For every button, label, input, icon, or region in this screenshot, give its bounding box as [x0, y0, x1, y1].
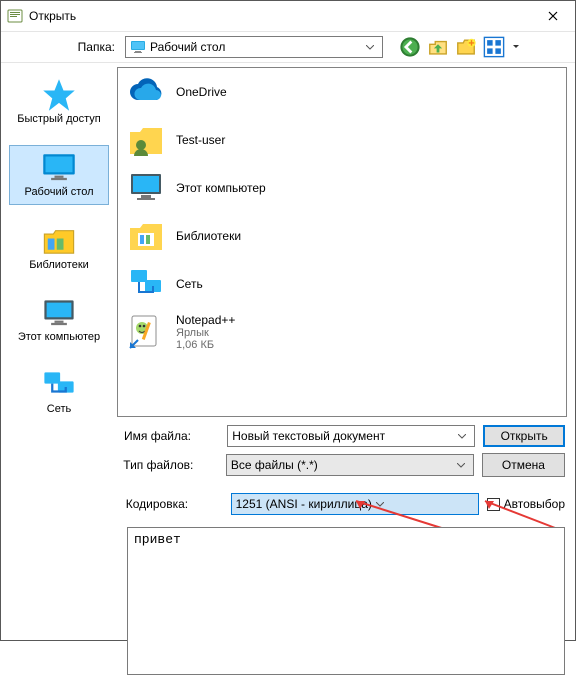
place-this-pc[interactable]: Этот компьютер	[9, 291, 109, 349]
toolbar-actions	[399, 36, 521, 58]
list-item[interactable]: Библиотеки	[118, 212, 566, 260]
filetype-label: Тип файлов:	[123, 458, 218, 472]
auto-checkbox[interactable]	[487, 498, 500, 511]
chevron-down-icon	[454, 434, 470, 439]
network-icon	[126, 264, 166, 304]
desktop-icon	[130, 39, 146, 55]
folder-combo[interactable]: Рабочий стол	[125, 36, 383, 58]
window-title: Открыть	[29, 9, 531, 23]
network-icon	[41, 369, 77, 401]
view-button[interactable]	[483, 36, 505, 58]
app-icon	[7, 8, 23, 24]
encoding-combo[interactable]: 1251 (ANSI - кириллица)	[231, 493, 479, 515]
form-area: Имя файла: Новый текстовый документ Откр…	[1, 421, 575, 685]
open-button[interactable]: Открыть	[483, 425, 565, 447]
chevron-down-icon	[362, 45, 378, 50]
libraries-icon	[41, 225, 77, 257]
place-libraries[interactable]: Библиотеки	[9, 219, 109, 277]
preview-textarea[interactable]: привет	[127, 527, 565, 675]
chevron-down-icon	[372, 502, 388, 507]
auto-label: Автовыбор	[504, 497, 565, 511]
place-desktop[interactable]: Рабочий стол	[9, 145, 109, 205]
desktop-icon	[41, 152, 77, 184]
list-item[interactable]: Notepad++ Ярлык 1,06 КБ	[118, 308, 566, 356]
open-dialog: Открыть Папка: Рабочий стол	[0, 0, 576, 641]
list-item[interactable]: Test-user	[118, 116, 566, 164]
user-folder-icon	[126, 120, 166, 160]
list-item[interactable]: Сеть	[118, 260, 566, 308]
chevron-down-icon	[453, 463, 469, 468]
filename-input[interactable]: Новый текстовый документ	[227, 425, 475, 447]
places-bar: Быстрый доступ Рабочий стол Библиотеки Э…	[1, 63, 117, 421]
encoding-label: Кодировка:	[126, 497, 223, 511]
cancel-button[interactable]: Отмена	[482, 453, 565, 477]
filename-label: Имя файла:	[124, 429, 219, 443]
notepadpp-icon	[126, 312, 166, 352]
onedrive-icon	[126, 72, 166, 112]
toolbar: Папка: Рабочий стол	[1, 32, 575, 63]
new-folder-button[interactable]	[455, 36, 477, 58]
list-item[interactable]: Этот компьютер	[118, 164, 566, 212]
file-list[interactable]: OneDrive Test-user Этот компьютер Библио…	[117, 67, 567, 417]
libraries-icon	[126, 216, 166, 256]
titlebar: Открыть	[1, 1, 575, 32]
star-icon	[41, 79, 77, 111]
close-button[interactable]	[531, 1, 575, 31]
back-button[interactable]	[399, 36, 421, 58]
place-quick-access[interactable]: Быстрый доступ	[9, 73, 109, 131]
filetype-combo[interactable]: Все файлы (*.*)	[226, 454, 474, 476]
up-button[interactable]	[427, 36, 449, 58]
folder-value: Рабочий стол	[150, 40, 358, 54]
list-item[interactable]: OneDrive	[118, 68, 566, 116]
folder-label: Папка:	[9, 40, 121, 54]
view-dropdown-icon[interactable]	[511, 45, 521, 49]
computer-icon	[126, 168, 166, 208]
place-network[interactable]: Сеть	[9, 363, 109, 421]
computer-icon	[41, 297, 77, 329]
